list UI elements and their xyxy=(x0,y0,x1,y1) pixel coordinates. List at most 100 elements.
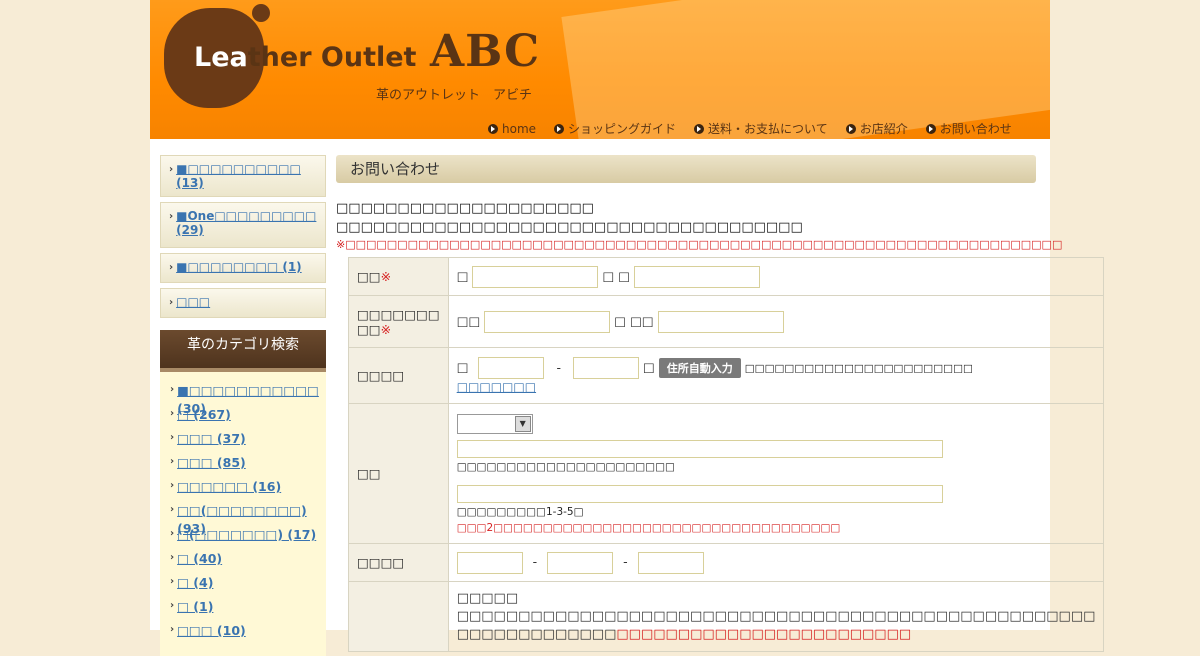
nav-home[interactable]: home xyxy=(488,120,536,137)
prefecture-select[interactable]: ▼ xyxy=(456,413,533,434)
category-item[interactable]: › □□□ (37) xyxy=(170,430,326,454)
category-link[interactable]: □□□ (37) xyxy=(177,430,246,448)
tel-input-1[interactable] xyxy=(456,551,523,574)
sidebar-button[interactable]: › □□□ xyxy=(160,288,326,318)
field-prefix: □ xyxy=(456,268,469,283)
zip-input-2[interactable] xyxy=(572,357,639,379)
nav-shipping-payment[interactable]: 送料・お支払について xyxy=(694,120,828,137)
category-item[interactable]: › □(□□□□□□□) (17) xyxy=(170,526,326,550)
chevron-right-icon: › xyxy=(170,600,175,611)
site-header: Leather Outlet ABC 革のアウトレット アビチ home ショッ… xyxy=(150,0,1050,139)
form-row-zip: □□□□ □ - □ 住所自動入力 □□□□□□□□□□□□□□□□□□□□□□… xyxy=(348,347,1105,404)
sidebar-link[interactable]: □□□ xyxy=(176,295,210,309)
tel-input-2[interactable] xyxy=(547,551,614,574)
category-link[interactable]: □ (267) xyxy=(177,406,231,424)
chevron-right-icon: › xyxy=(170,504,175,515)
form-row-inquiry: □□□□□ □□□□□□□□□□□□□□□□□□□□□□□□□□□□□□□□□□… xyxy=(348,581,1105,652)
intro-line: □□□□□□□□□□□□□□□□□□□□□□□□□□□□□□□□□□□□□□ xyxy=(336,220,803,235)
category-link[interactable]: □ (1) xyxy=(177,598,213,616)
field-value: □ □ □ xyxy=(447,257,1105,296)
address-note: □□□□□□□□□□□□□□□□□□□□□□ xyxy=(456,460,675,473)
main-content: お問い合わせ □□□□□□□□□□□□□□□□□□□□□ □□□□□□□□□□□… xyxy=(336,155,1105,652)
tel-dash: - xyxy=(532,554,538,569)
logo-abc[interactable]: ABC xyxy=(430,26,540,77)
field-label: □□※ xyxy=(348,257,449,296)
category-link[interactable]: □ (4) xyxy=(177,574,213,592)
address-warning: □□□2□□□□□□□□□□□□□□□□□□□□□□□□□□□□□□□□□□□ xyxy=(456,521,841,534)
field-value: □□□□□ □□□□□□□□□□□□□□□□□□□□□□□□□□□□□□□□□□… xyxy=(447,581,1105,652)
logo-text-light: Lea xyxy=(194,42,248,73)
zip-lookup-link[interactable]: □□□□□□□ xyxy=(457,380,536,394)
field-label: □□□□ xyxy=(348,543,449,582)
field-value: □ - □ 住所自動入力 □□□□□□□□□□□□□□□□□□□□□□□ □□□… xyxy=(447,347,1105,404)
sidebar-button[interactable]: › ■□□□□□□□□□□ (13) xyxy=(160,155,326,197)
sidebar-button[interactable]: › ■One□□□□□□□□□ (29) xyxy=(160,202,326,248)
chevron-right-icon: › xyxy=(170,480,175,491)
chevron-right-icon: › xyxy=(170,408,175,419)
field-prefix: □ xyxy=(456,359,469,375)
chevron-right-icon: › xyxy=(169,164,174,175)
last-name-kana-input[interactable] xyxy=(484,310,611,333)
label-text: □□□□□□□ xyxy=(357,306,440,322)
category-link[interactable]: □ (40) xyxy=(177,550,222,568)
tel-input-3[interactable] xyxy=(637,551,704,574)
category-item[interactable]: › □ (1) xyxy=(170,598,326,622)
category-item[interactable]: › □□□□□□ (16) xyxy=(170,478,326,502)
field-prefix: □ □ xyxy=(602,268,631,283)
label-text: □□ xyxy=(357,321,381,337)
site-logo-text[interactable]: Leather Outlet xyxy=(194,42,416,73)
top-nav: home ショッピングガイド 送料・お支払について お店紹介 お問い合わせ xyxy=(488,120,1030,137)
category-link[interactable]: □(□□□□□□□) (17) xyxy=(177,526,316,544)
nav-contact[interactable]: お問い合わせ xyxy=(925,120,1012,137)
sidebar-button[interactable]: › ■□□□□□□□□ (1) xyxy=(160,253,326,283)
chevron-right-icon: › xyxy=(170,528,175,539)
first-name-kana-input[interactable] xyxy=(657,310,784,333)
page-title: お問い合わせ xyxy=(336,155,1036,183)
category-item[interactable]: › ■□□□□□□□□□□□ (30) xyxy=(170,382,326,416)
category-link[interactable]: □□□ (10) xyxy=(177,622,246,640)
auto-address-button[interactable]: 住所自動入力 xyxy=(658,358,741,378)
address-input-2[interactable] xyxy=(456,484,943,503)
required-mark: ※ xyxy=(380,321,392,337)
sidebar-link[interactable]: ■□□□□□□□□□□ (13) xyxy=(176,162,319,190)
sidebar-link[interactable]: ■□□□□□□□□ (1) xyxy=(176,260,302,274)
chevron-right-icon: › xyxy=(169,211,174,222)
category-item[interactable]: › □ (40) xyxy=(170,550,326,574)
category-list: › ■□□□□□□□□□□□ (30) › □ (267) › □□□ (37) › □… xyxy=(160,372,326,656)
first-name-input[interactable] xyxy=(634,265,761,288)
play-arrow-icon xyxy=(554,123,565,134)
sidebar-link-line: (29) xyxy=(176,223,204,237)
category-item[interactable]: › □□(□□□□□□□□) (93) xyxy=(170,502,326,536)
nav-label: お店紹介 xyxy=(859,122,908,136)
nav-label: ショッピングガイド xyxy=(568,122,677,136)
chevron-right-icon: › xyxy=(170,552,175,563)
field-value: - - xyxy=(447,543,1105,582)
inquiry-text-red: □□□□□□□□□□□□□□□□□□□□□□□□ xyxy=(616,627,912,642)
field-value: ▼ □□□□□□□□□□□□□□□□□□□□□□ □□□□□□□□□1-3-5□… xyxy=(447,403,1105,544)
field-label: □□ xyxy=(348,403,449,544)
category-item[interactable]: › □ (4) xyxy=(170,574,326,598)
category-link[interactable]: □□□ (85) xyxy=(177,454,246,472)
nav-about-shop[interactable]: お店紹介 xyxy=(845,120,908,137)
field-label xyxy=(348,581,449,652)
last-name-input[interactable] xyxy=(472,265,599,288)
category-link[interactable]: □□□□□□ (16) xyxy=(177,478,281,496)
field-prefix: □ □□ xyxy=(614,313,654,328)
form-row-name: □□※ □ □ □ xyxy=(348,257,1105,296)
intro-note: ※□□□□□□□□□□□□□□□□□□□□□□□□□□□□□□□□□□□□□□□… xyxy=(336,238,1063,251)
category-item[interactable]: › □□□ (10) xyxy=(170,622,326,646)
sidebar-link[interactable]: ■One□□□□□□□□□ (29) xyxy=(176,209,316,237)
chevron-right-icon: › xyxy=(169,297,174,308)
play-arrow-icon xyxy=(488,123,498,134)
inquiry-heading: □□□□□ xyxy=(456,591,519,606)
category-item[interactable]: › □□□ (85) xyxy=(170,454,326,478)
nav-label: home xyxy=(502,121,537,136)
field-value: □□ □ □□ xyxy=(447,295,1105,348)
field-label: □□□□ xyxy=(348,347,449,404)
intro-text: □□□□□□□□□□□□□□□□□□□□□ □□□□□□□□□□□□□□□□□□… xyxy=(336,199,1063,253)
chevron-right-icon: › xyxy=(170,624,175,635)
nav-shopping-guide[interactable]: ショッピングガイド xyxy=(554,120,676,137)
chevron-right-icon: › xyxy=(170,384,175,395)
zip-input-1[interactable] xyxy=(478,357,545,379)
address-input-1[interactable] xyxy=(456,439,943,458)
